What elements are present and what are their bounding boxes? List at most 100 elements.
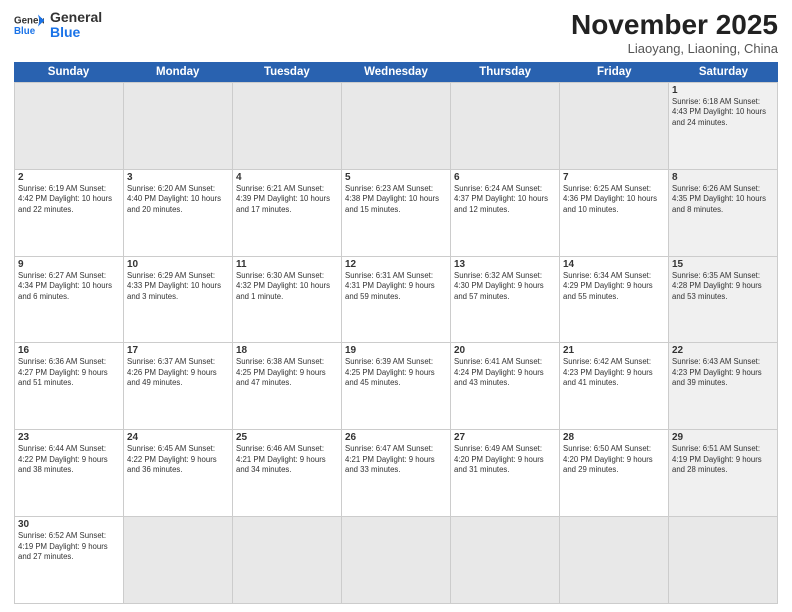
page: General Blue General Blue November 2025 … (0, 0, 792, 612)
day-info: Sunrise: 6:23 AM Sunset: 4:38 PM Dayligh… (345, 184, 447, 216)
table-row (342, 517, 451, 604)
day-number: 14 (563, 259, 665, 270)
day-number: 17 (127, 345, 229, 356)
header-thursday: Thursday (451, 62, 560, 82)
table-row: 19Sunrise: 6:39 AM Sunset: 4:25 PM Dayli… (342, 343, 451, 430)
table-row: 24Sunrise: 6:45 AM Sunset: 4:22 PM Dayli… (124, 430, 233, 517)
day-number: 9 (18, 259, 120, 270)
day-number: 26 (345, 432, 447, 443)
day-number: 12 (345, 259, 447, 270)
table-row: 10Sunrise: 6:29 AM Sunset: 4:33 PM Dayli… (124, 257, 233, 344)
day-number: 15 (672, 259, 774, 270)
day-number: 6 (454, 172, 556, 183)
day-info: Sunrise: 6:47 AM Sunset: 4:21 PM Dayligh… (345, 444, 447, 476)
table-row: 21Sunrise: 6:42 AM Sunset: 4:23 PM Dayli… (560, 343, 669, 430)
day-number: 13 (454, 259, 556, 270)
day-info: Sunrise: 6:50 AM Sunset: 4:20 PM Dayligh… (563, 444, 665, 476)
location-subtitle: Liaoyang, Liaoning, China (571, 41, 778, 56)
day-info: Sunrise: 6:30 AM Sunset: 4:32 PM Dayligh… (236, 271, 338, 303)
table-row: 27Sunrise: 6:49 AM Sunset: 4:20 PM Dayli… (451, 430, 560, 517)
day-info: Sunrise: 6:24 AM Sunset: 4:37 PM Dayligh… (454, 184, 556, 216)
day-number: 10 (127, 259, 229, 270)
table-row (233, 83, 342, 170)
table-row (342, 83, 451, 170)
general-blue-logo-icon: General Blue (14, 13, 44, 37)
table-row: 4Sunrise: 6:21 AM Sunset: 4:39 PM Daylig… (233, 170, 342, 257)
month-year-title: November 2025 (571, 10, 778, 41)
table-row: 12Sunrise: 6:31 AM Sunset: 4:31 PM Dayli… (342, 257, 451, 344)
table-row (15, 83, 124, 170)
day-number: 22 (672, 345, 774, 356)
header-wednesday: Wednesday (341, 62, 450, 82)
svg-text:Blue: Blue (14, 26, 36, 37)
table-row: 6Sunrise: 6:24 AM Sunset: 4:37 PM Daylig… (451, 170, 560, 257)
table-row: 15Sunrise: 6:35 AM Sunset: 4:28 PM Dayli… (669, 257, 778, 344)
table-row (560, 517, 669, 604)
calendar: Sunday Monday Tuesday Wednesday Thursday… (14, 62, 778, 604)
table-row: 3Sunrise: 6:20 AM Sunset: 4:40 PM Daylig… (124, 170, 233, 257)
day-info: Sunrise: 6:37 AM Sunset: 4:26 PM Dayligh… (127, 357, 229, 389)
day-info: Sunrise: 6:44 AM Sunset: 4:22 PM Dayligh… (18, 444, 120, 476)
day-info: Sunrise: 6:41 AM Sunset: 4:24 PM Dayligh… (454, 357, 556, 389)
day-number: 25 (236, 432, 338, 443)
table-row: 11Sunrise: 6:30 AM Sunset: 4:32 PM Dayli… (233, 257, 342, 344)
table-row: 22Sunrise: 6:43 AM Sunset: 4:23 PM Dayli… (669, 343, 778, 430)
day-info: Sunrise: 6:39 AM Sunset: 4:25 PM Dayligh… (345, 357, 447, 389)
day-info: Sunrise: 6:19 AM Sunset: 4:42 PM Dayligh… (18, 184, 120, 216)
table-row: 30Sunrise: 6:52 AM Sunset: 4:19 PM Dayli… (15, 517, 124, 604)
table-row: 20Sunrise: 6:41 AM Sunset: 4:24 PM Dayli… (451, 343, 560, 430)
day-number: 5 (345, 172, 447, 183)
calendar-grid: 1Sunrise: 6:18 AM Sunset: 4:43 PM Daylig… (14, 82, 778, 604)
day-info: Sunrise: 6:26 AM Sunset: 4:35 PM Dayligh… (672, 184, 774, 216)
table-row: 8Sunrise: 6:26 AM Sunset: 4:35 PM Daylig… (669, 170, 778, 257)
table-row: 28Sunrise: 6:50 AM Sunset: 4:20 PM Dayli… (560, 430, 669, 517)
day-number: 18 (236, 345, 338, 356)
table-row (124, 517, 233, 604)
day-info: Sunrise: 6:21 AM Sunset: 4:39 PM Dayligh… (236, 184, 338, 216)
day-info: Sunrise: 6:35 AM Sunset: 4:28 PM Dayligh… (672, 271, 774, 303)
header-sunday: Sunday (14, 62, 123, 82)
table-row: 29Sunrise: 6:51 AM Sunset: 4:19 PM Dayli… (669, 430, 778, 517)
day-info: Sunrise: 6:31 AM Sunset: 4:31 PM Dayligh… (345, 271, 447, 303)
table-row (669, 517, 778, 604)
logo-blue: Blue (50, 25, 102, 40)
day-number: 20 (454, 345, 556, 356)
day-info: Sunrise: 6:38 AM Sunset: 4:25 PM Dayligh… (236, 357, 338, 389)
day-info: Sunrise: 6:20 AM Sunset: 4:40 PM Dayligh… (127, 184, 229, 216)
table-row: 5Sunrise: 6:23 AM Sunset: 4:38 PM Daylig… (342, 170, 451, 257)
table-row (233, 517, 342, 604)
header-tuesday: Tuesday (232, 62, 341, 82)
day-info: Sunrise: 6:45 AM Sunset: 4:22 PM Dayligh… (127, 444, 229, 476)
table-row: 13Sunrise: 6:32 AM Sunset: 4:30 PM Dayli… (451, 257, 560, 344)
day-info: Sunrise: 6:36 AM Sunset: 4:27 PM Dayligh… (18, 357, 120, 389)
table-row: 9Sunrise: 6:27 AM Sunset: 4:34 PM Daylig… (15, 257, 124, 344)
table-row: 14Sunrise: 6:34 AM Sunset: 4:29 PM Dayli… (560, 257, 669, 344)
day-info: Sunrise: 6:49 AM Sunset: 4:20 PM Dayligh… (454, 444, 556, 476)
table-row (451, 517, 560, 604)
title-section: November 2025 Liaoyang, Liaoning, China (571, 10, 778, 56)
header-monday: Monday (123, 62, 232, 82)
day-info: Sunrise: 6:25 AM Sunset: 4:36 PM Dayligh… (563, 184, 665, 216)
day-number: 16 (18, 345, 120, 356)
table-row (560, 83, 669, 170)
day-number: 4 (236, 172, 338, 183)
day-number: 8 (672, 172, 774, 183)
table-row: 1Sunrise: 6:18 AM Sunset: 4:43 PM Daylig… (669, 83, 778, 170)
day-number: 27 (454, 432, 556, 443)
day-number: 30 (18, 519, 120, 530)
day-info: Sunrise: 6:43 AM Sunset: 4:23 PM Dayligh… (672, 357, 774, 389)
day-number: 24 (127, 432, 229, 443)
table-row: 16Sunrise: 6:36 AM Sunset: 4:27 PM Dayli… (15, 343, 124, 430)
logo: General Blue General Blue (14, 10, 102, 41)
day-headers-row: Sunday Monday Tuesday Wednesday Thursday… (14, 62, 778, 82)
logo-general: General (50, 10, 102, 25)
day-info: Sunrise: 6:29 AM Sunset: 4:33 PM Dayligh… (127, 271, 229, 303)
header-friday: Friday (560, 62, 669, 82)
table-row: 7Sunrise: 6:25 AM Sunset: 4:36 PM Daylig… (560, 170, 669, 257)
header: General Blue General Blue November 2025 … (14, 10, 778, 56)
table-row (451, 83, 560, 170)
day-number: 3 (127, 172, 229, 183)
day-number: 23 (18, 432, 120, 443)
day-number: 11 (236, 259, 338, 270)
day-number: 7 (563, 172, 665, 183)
